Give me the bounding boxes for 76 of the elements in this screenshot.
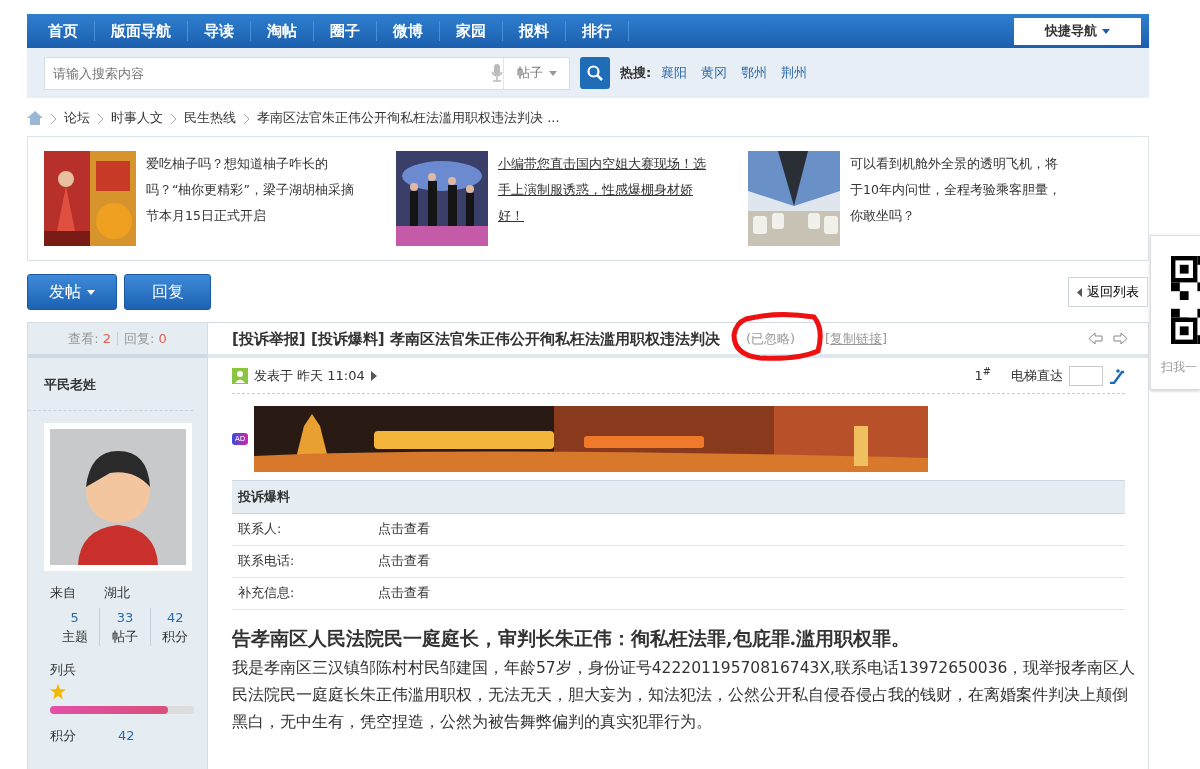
nav-link[interactable]: 家园 — [440, 21, 503, 41]
microphone-icon — [491, 64, 503, 82]
post-paragraph: 我是孝南区三汉镇邹陈村村民邹建国，年龄57岁，身份证号42220119570816743X,联系电话13972650036，现举报孝南区人民法院民一庭庭长朱正伟滥用职权，无法无天，胆大妄为，知法犯法，公然公开私自侵吞侵占我的钱财，在离婚案件判决上颠倒黑白，无中生有，凭空捏造，公然为被告舞弊偏判的真实犯罪行为。 — [232, 657, 1137, 733]
hot-search-link[interactable]: 襄阳 — [661, 63, 688, 83]
stat-label: 主题 — [60, 628, 89, 646]
floor-number: 1$^{#}$ — [974, 365, 991, 385]
stat-label: 积分 — [161, 628, 190, 646]
rank-label: 列兵 — [50, 661, 77, 679]
qr-caption: 扫我一 — [1161, 359, 1198, 376]
points-value: 42 — [118, 726, 135, 745]
hot-search-link[interactable]: 荆州 — [781, 63, 808, 83]
reply-button[interactable]: 回复 — [124, 274, 211, 310]
nav-link[interactable]: 导读 — [188, 21, 251, 41]
nav-link[interactable]: 报料 — [503, 21, 566, 41]
post-time: 发表于 昨天 11:04 — [254, 366, 365, 385]
caret-icon — [1101, 29, 1110, 35]
id-number-link[interactable]: 42220119570816743X — [651, 658, 830, 677]
jump-label: 电梯直达 — [1011, 366, 1063, 385]
username[interactable]: 平民老姓 — [28, 358, 193, 411]
back-to-list-button[interactable]: 返回列表 — [1068, 277, 1148, 307]
points-label: 积分 — [50, 726, 76, 745]
breadcrumb-link[interactable]: 论坛 — [64, 108, 90, 128]
field-label: 联系电话: — [237, 552, 296, 571]
chevron-icon — [244, 113, 249, 124]
ignored-label: (已忽略) — [745, 330, 796, 346]
views-count: 查看: 2 — [68, 329, 111, 348]
arrow-right-icon[interactable] — [1113, 332, 1128, 345]
chevron-icon — [98, 113, 103, 124]
featured-link[interactable]: 小编带您直击国内空姐大赛现场！选手上演制服诱惑，性感爆棚身材娇好！ — [498, 151, 718, 246]
breadcrumb-link[interactable]: 时事人文 — [111, 108, 163, 128]
from-value: 湖北 — [104, 583, 130, 602]
replies-count: 回复: 0 — [124, 329, 167, 348]
stat-label: 帖子 — [111, 628, 139, 646]
view-link[interactable]: 点击查看 — [378, 552, 430, 571]
home-icon[interactable] — [27, 111, 43, 125]
search-icon — [587, 65, 603, 81]
caret-icon — [86, 290, 95, 295]
stat-value[interactable]: 5 — [50, 608, 100, 627]
new-post-button[interactable]: 发帖 — [27, 274, 117, 310]
hot-search-link[interactable]: 黄冈 — [701, 63, 728, 83]
copy-link[interactable]: [复制链接] — [825, 328, 888, 349]
featured-link[interactable]: 可以看到机舱外全景的透明飞机，将于10年内问世，全程考验乘客胆量，你敢坐吗？ — [850, 151, 1070, 246]
caret-icon — [548, 70, 557, 76]
form-header: 投诉爆料 — [232, 480, 1125, 514]
breadcrumb-link[interactable]: 孝南区法官朱正伟公开徇私枉法滥用职权违法判决 ... — [257, 108, 560, 128]
search-button[interactable] — [580, 57, 610, 89]
stat-value[interactable]: 33 — [100, 608, 150, 627]
breadcrumb-link[interactable]: 民生热线 — [184, 108, 236, 128]
triangle-right-icon[interactable] — [370, 370, 377, 381]
search-field[interactable]: 请输入搜索内容 帖子 — [44, 56, 570, 90]
floor-input[interactable] — [1069, 365, 1103, 386]
post-heading: 告孝南区人民法院民一庭庭长，审判长朱正伟：徇私枉法罪,包庇罪.滥用职权罪。 — [232, 626, 912, 651]
escalator-icon[interactable] — [1109, 367, 1125, 384]
scope-dropdown[interactable]: 帖子 — [503, 57, 569, 89]
user-icon — [232, 367, 248, 384]
chevron-icon — [171, 113, 176, 124]
thread-title: [投诉举报] [投诉爆料] 孝南区法官朱正伟公开徇私枉法滥用职权违法判决 — [232, 329, 720, 348]
nav-link[interactable]: 排行 — [566, 21, 629, 41]
featured-link[interactable]: 爱吃柚子吗？想知道柚子咋长的吗？“柚你更精彩”，梁子湖胡柚采摘节本月15日正式开启 — [146, 151, 366, 246]
nav-link[interactable]: 圈子 — [314, 21, 377, 41]
triangle-left-icon — [1077, 287, 1082, 297]
field-label: 联系人: — [237, 520, 283, 539]
stat-value[interactable]: 42 — [150, 608, 200, 627]
hot-search-link[interactable]: 鄂州 — [741, 63, 768, 83]
arrow-left-icon[interactable] — [1088, 332, 1103, 345]
view-link[interactable]: 点击查看 — [378, 520, 430, 539]
hot-search-label: 热搜: — [620, 64, 652, 83]
nav-link[interactable]: 淘帖 — [251, 21, 314, 41]
nav-link[interactable]: 首页 — [32, 21, 95, 41]
from-label: 来自 — [50, 583, 76, 602]
nav-link[interactable]: 微博 — [377, 21, 440, 41]
view-link[interactable]: 点击查看 — [378, 584, 430, 603]
nav-link[interactable]: 版面导航 — [95, 21, 188, 41]
chevron-icon — [51, 113, 56, 124]
field-label: 补充信息: — [237, 584, 296, 603]
quick-nav-button[interactable]: 快捷导航 — [1014, 17, 1141, 45]
